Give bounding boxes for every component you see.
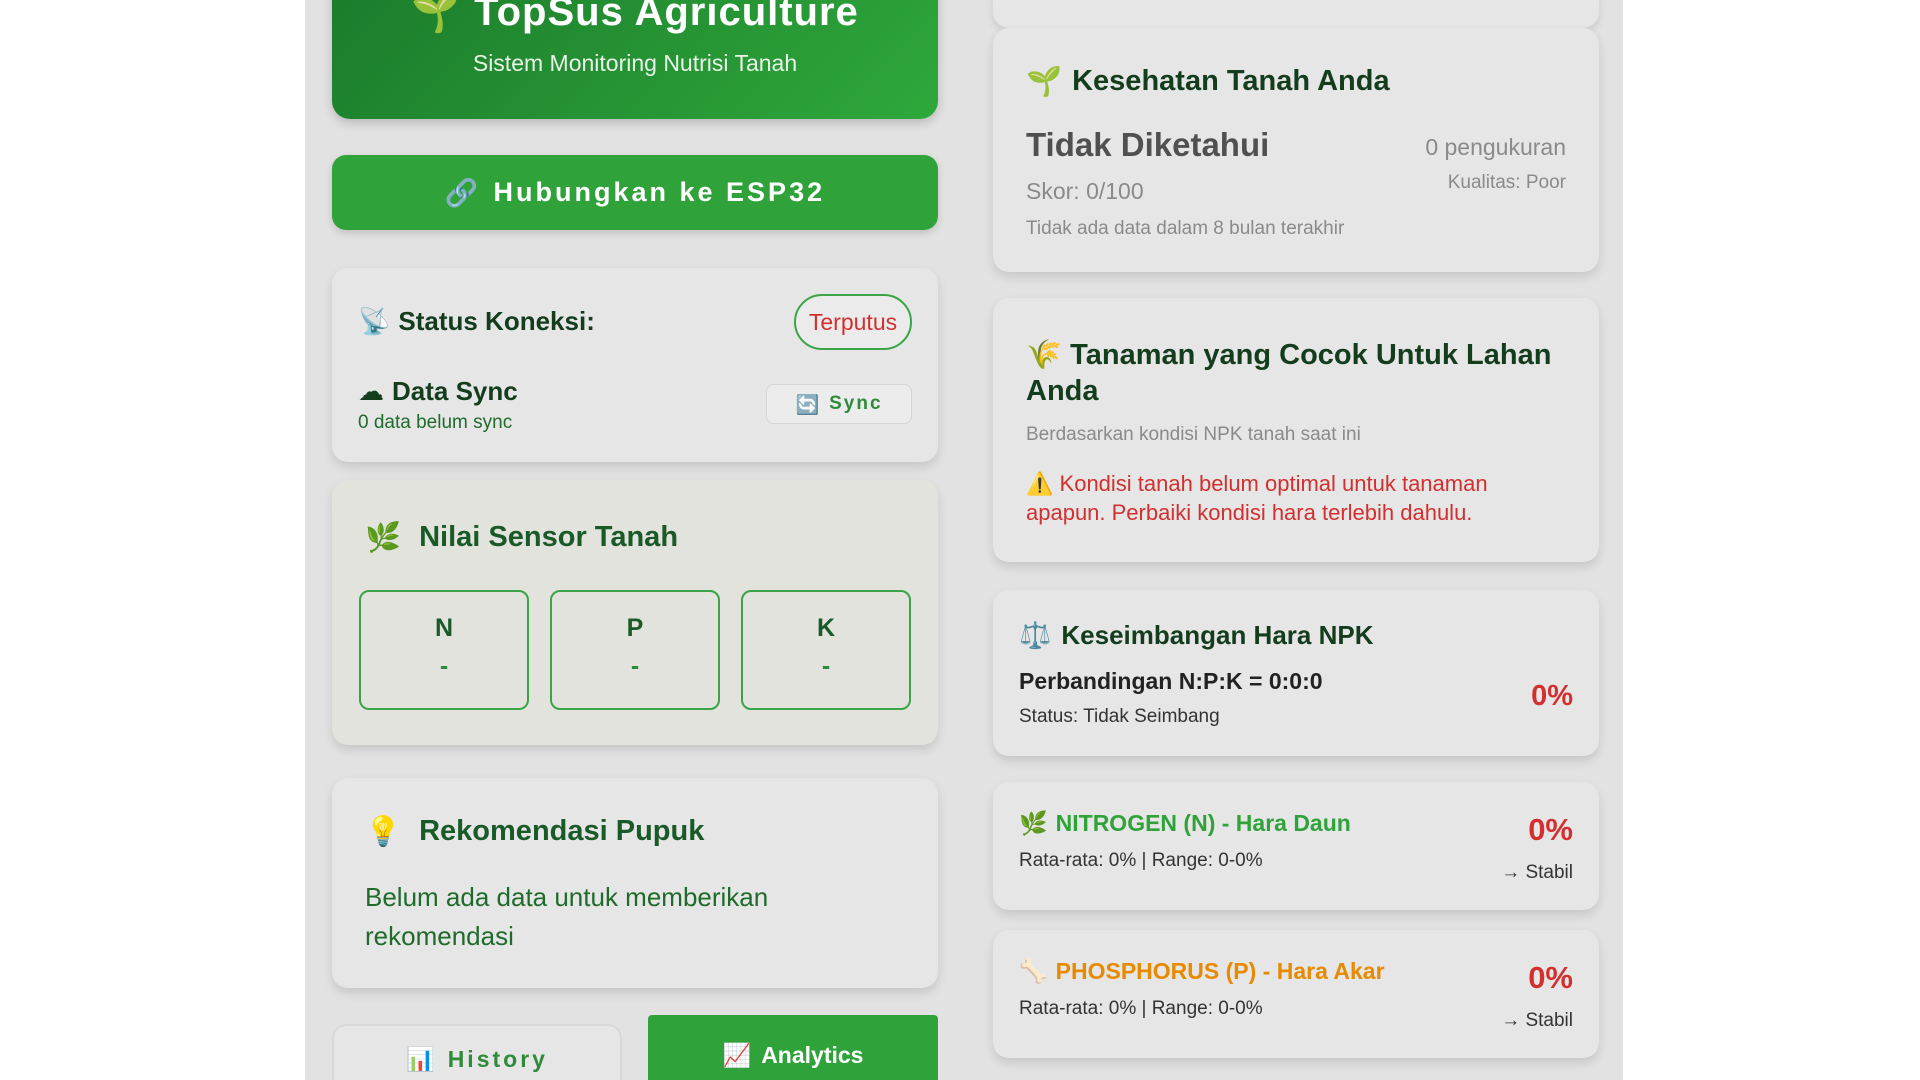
- wheat-icon: 🌾: [1026, 337, 1063, 371]
- npk-ratio: Perbandingan N:P:K = 0:0:0: [1019, 668, 1323, 694]
- app-screen: 🌱 TopSus Agriculture Sistem Monitoring N…: [305, 0, 1623, 1080]
- phosphorus-percent: 0%: [1528, 960, 1573, 995]
- soil-health-card: 🌱 Kesehatan Tanah Anda Tidak Diketahui S…: [993, 28, 1599, 272]
- nitrogen-card: 🌿 NITROGEN (N) - Hara Daun Rata-rata: 0%…: [993, 782, 1599, 910]
- nitrogen-trend: → Stabil: [1501, 862, 1573, 883]
- connect-esp32-button[interactable]: 🔗 Hubungkan ke ESP32: [332, 155, 938, 230]
- sensor-k-label: K: [816, 614, 836, 642]
- soil-health-note: Tidak ada data dalam 8 bulan terakhir: [1026, 218, 1345, 239]
- sensor-k-value: -: [821, 652, 831, 680]
- recommendation-text: Belum ada data untuk memberikan rekomend…: [365, 882, 769, 951]
- sensor-values-card: 🌿 Nilai Sensor Tanah N - P - K -: [332, 480, 938, 745]
- fertilizer-recommendation-card: 💡 Rekomendasi Pupuk Belum ada data untuk…: [332, 778, 938, 988]
- suitable-plants-card: 🌾 Tanaman yang Cocok Untuk Lahan Anda Be…: [993, 298, 1599, 562]
- herb-icon: 🌿: [365, 520, 402, 554]
- npk-balance-card: ⚖️ Keseimbangan Hara NPK Perbandingan N:…: [993, 590, 1599, 756]
- nitrogen-percent: 0%: [1528, 812, 1573, 847]
- phosphorus-average: Rata-rata: 0% | Range: 0-0%: [1019, 998, 1263, 1019]
- scales-icon: ⚖️: [1019, 620, 1052, 651]
- tab-history[interactable]: 📊 History: [332, 1024, 622, 1080]
- npk-balance-title: ⚖️ Keseimbangan Hara NPK: [1019, 620, 1374, 651]
- link-icon: 🔗: [444, 177, 482, 209]
- suitable-plants-subtitle: Berdasarkan kondisi NPK tanah saat ini: [1026, 424, 1361, 445]
- measurement-count: 0 pengukuran: [1425, 134, 1566, 160]
- app-title: 🌱 TopSus Agriculture: [332, 0, 938, 35]
- soil-health-score: Skor: 0/100: [1026, 178, 1144, 204]
- quality-label: Kualitas: Poor: [1447, 172, 1566, 193]
- data-sync-label: ☁ Data Sync: [358, 376, 518, 407]
- nitrogen-average: Rata-rata: 0% | Range: 0-0%: [1019, 850, 1263, 871]
- recommendation-title: 💡 Rekomendasi Pupuk: [365, 814, 705, 848]
- npk-balance-status: Status: Tidak Seimbang: [1019, 706, 1220, 727]
- app-subtitle: Sistem Monitoring Nutrisi Tanah: [472, 50, 798, 76]
- sensor-n-box: N -: [359, 590, 529, 710]
- connect-button-label: Hubungkan ke ESP32: [493, 177, 826, 207]
- seedling-icon: 🌱: [1026, 64, 1063, 98]
- sensor-n-label: N: [434, 614, 454, 642]
- phosphorus-trend: → Stabil: [1501, 1010, 1573, 1031]
- sensor-title: 🌿 Nilai Sensor Tanah: [365, 520, 679, 554]
- npk-balance-percent: 0%: [1531, 680, 1573, 712]
- sensor-p-value: -: [630, 652, 640, 680]
- sensor-p-label: P: [626, 614, 644, 642]
- seedling-icon: 🌱: [411, 0, 462, 35]
- app-header: 🌱 TopSus Agriculture Sistem Monitoring N…: [332, 0, 938, 119]
- connection-status-label: 📡 Status Koneksi:: [358, 306, 595, 337]
- bone-icon: 🦴: [1019, 959, 1048, 985]
- refresh-icon: 🔄: [795, 393, 822, 416]
- tab-analytics[interactable]: 📈 Analytics: [648, 1015, 938, 1080]
- warning-icon: ⚠️: [1026, 472, 1054, 497]
- previous-card-edge: [993, 0, 1599, 28]
- connection-status-badge: Terputus: [794, 294, 912, 350]
- suitable-plants-warning: ⚠️ Kondisi tanah belum optimal untuk tan…: [1026, 471, 1488, 525]
- herb-icon: 🌿: [1019, 811, 1048, 837]
- trend-up-icon: 📈: [722, 1042, 752, 1069]
- soil-health-status: Tidak Diketahui: [1026, 126, 1270, 163]
- soil-health-title: 🌱 Kesehatan Tanah Anda: [1026, 64, 1390, 98]
- sensor-n-value: -: [439, 652, 449, 680]
- light-bulb-icon: 💡: [365, 814, 402, 848]
- unsynced-count: 0 data belum sync: [358, 412, 513, 433]
- sync-button[interactable]: 🔄 Sync: [766, 384, 912, 424]
- bar-chart-icon: 📊: [406, 1046, 438, 1073]
- sensor-k-box: K -: [741, 590, 911, 710]
- phosphorus-title: 🦴 PHOSPHORUS (P) - Hara Akar: [1019, 958, 1385, 985]
- suitable-plants-title: 🌾 Tanaman yang Cocok Untuk Lahan Anda: [1026, 337, 1552, 407]
- phosphorus-card: 🦴 PHOSPHORUS (P) - Hara Akar Rata-rata: …: [993, 930, 1599, 1058]
- sensor-p-box: P -: [550, 590, 720, 710]
- connection-status-card: 📡 Status Koneksi: Terputus ☁ Data Sync 0…: [332, 268, 938, 462]
- nitrogen-title: 🌿 NITROGEN (N) - Hara Daun: [1019, 810, 1351, 837]
- cloud-icon: ☁: [358, 376, 384, 407]
- satellite-dish-icon: 📡: [358, 306, 391, 337]
